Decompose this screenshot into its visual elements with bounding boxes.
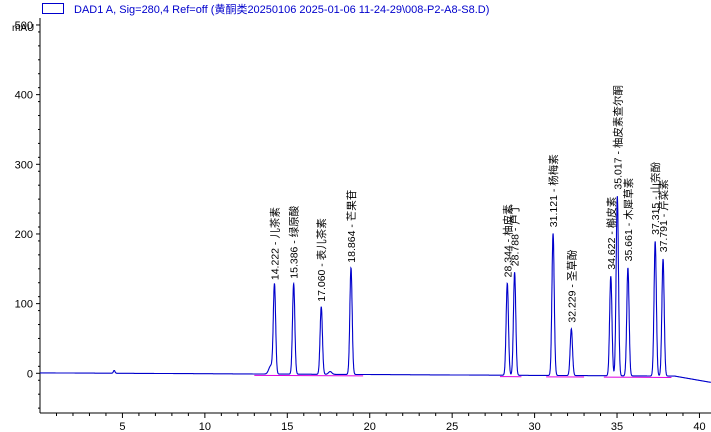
x-tick-label: 30 [528, 421, 540, 432]
y-tick-label: 500 [15, 20, 33, 32]
x-tick-label: 20 [364, 421, 376, 432]
peak-label: 18.864 - 芒果苷 [345, 190, 358, 263]
x-tick-label: 15 [281, 421, 293, 432]
peak-label: 31.121 - 杨梅素 [547, 154, 560, 227]
y-tick-label: 0 [27, 368, 33, 380]
x-tick-label: 5 [119, 421, 125, 432]
x-tick-label: 35 [611, 421, 623, 432]
peak-label: 17.060 - 表儿茶素 [315, 218, 328, 301]
peak-label: 35.661 - 木犀草素 [622, 178, 635, 261]
peak-label: 14.222 - 儿茶素 [268, 207, 281, 280]
y-tick-label: 400 [15, 90, 33, 102]
integration-baseline [254, 374, 364, 377]
y-tick-label: 100 [15, 299, 33, 311]
x-tick-label: 40 [693, 421, 705, 432]
peak-label: 37.791 - 芹菜素 [657, 179, 670, 252]
x-tick-label: 10 [199, 421, 211, 432]
y-tick-label: 300 [15, 159, 33, 171]
peak-label: 35.017 - 柚皮素查尔酮 [611, 85, 624, 189]
peak-label: 28.788 - 芦丁 [510, 204, 522, 266]
peak-label: 34.622 - 槲皮素 [605, 197, 618, 270]
peak-label: 15.386 - 绿原酸 [288, 205, 301, 278]
y-tick-label: 200 [15, 229, 33, 241]
peak-label: 32.229 - 圣草酚 [566, 249, 578, 322]
x-tick-label: 25 [446, 421, 458, 432]
chromatogram-chart: mAU01002003004005005 10 15 20 25 30 35 4014.222… [12, 18, 711, 432]
